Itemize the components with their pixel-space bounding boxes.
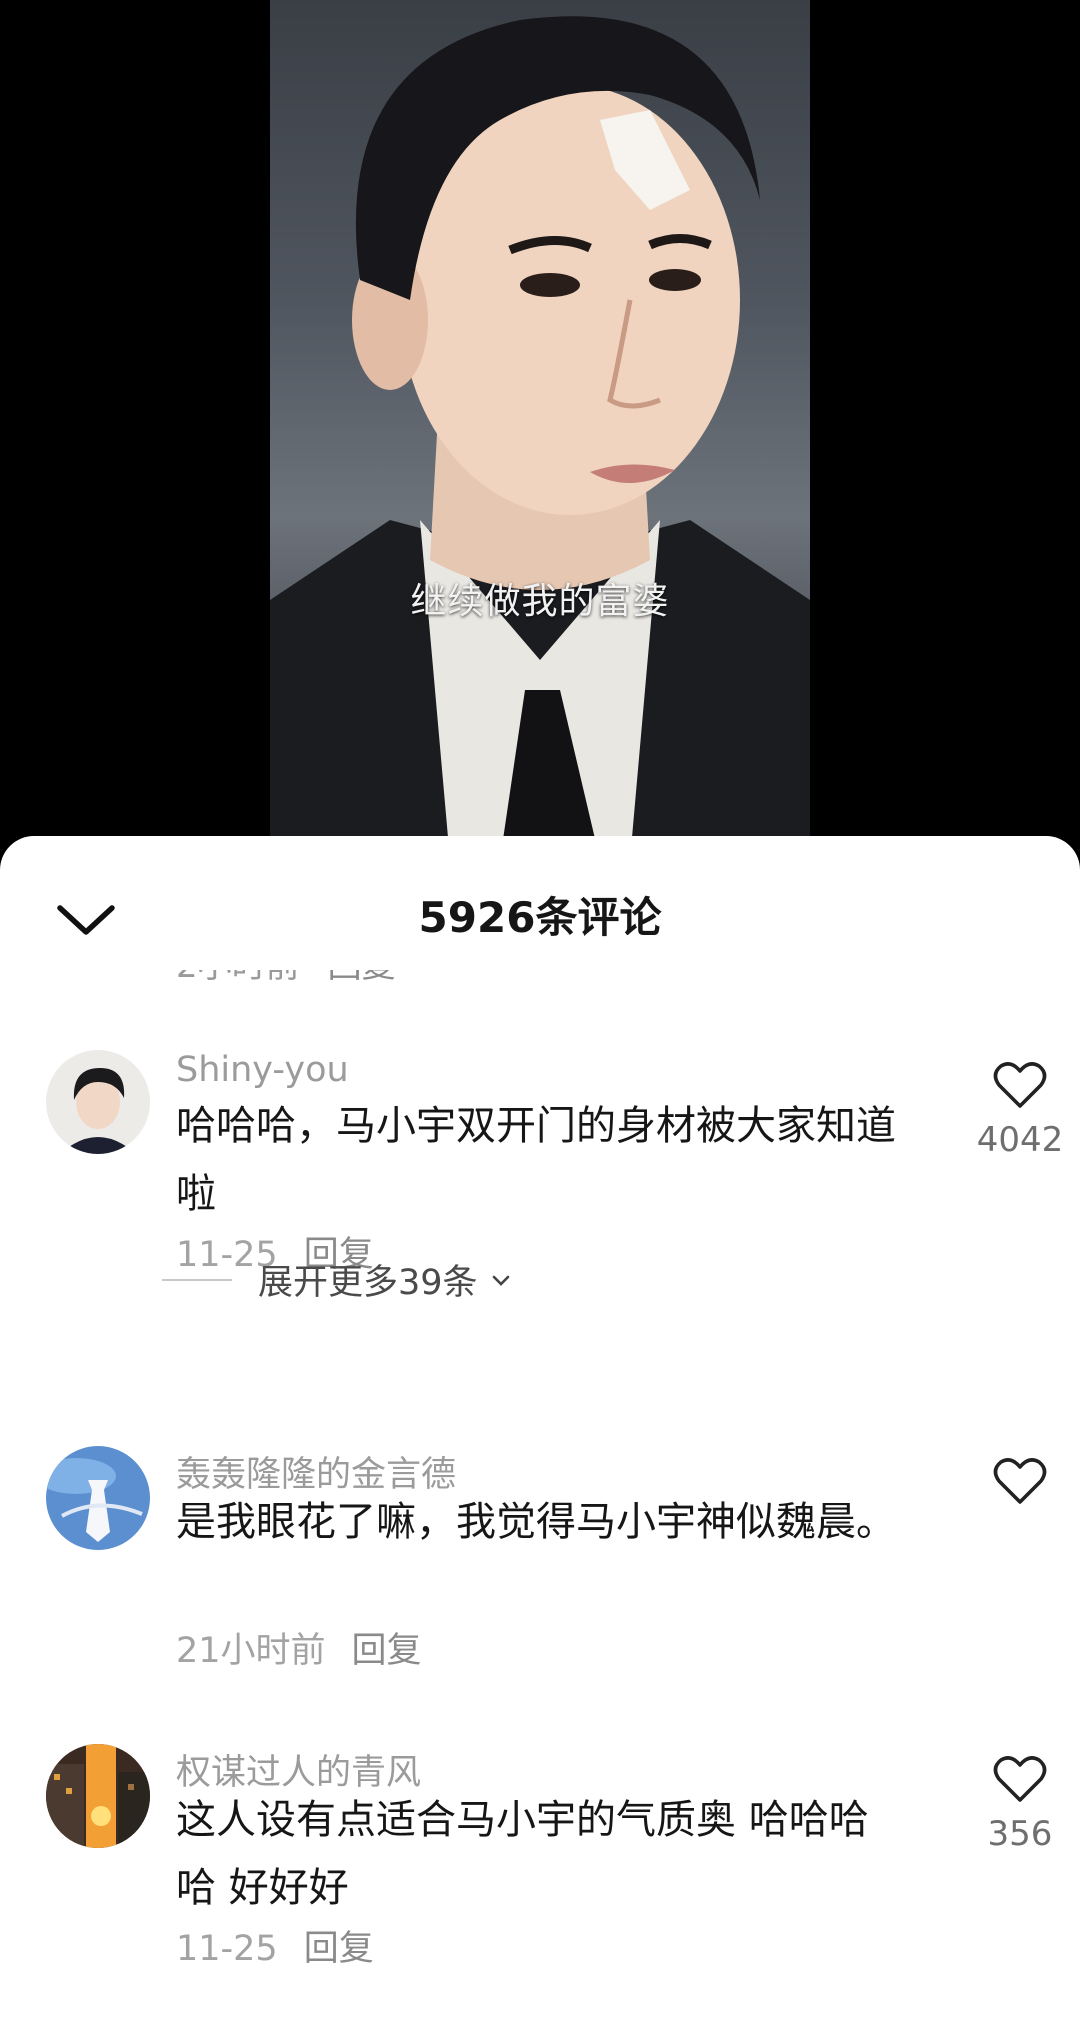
video-subtitle: 继续做我的富婆	[410, 581, 670, 622]
user-avatar[interactable]	[46, 1050, 150, 1154]
comments-sheet: 5926条评论 2小时前回复 Shiny-you 哈哈哈，马小宇双开门的身材被大…	[0, 836, 1080, 2030]
comment-meta: 21小时前 回复	[176, 1622, 422, 1673]
sunset-city-avatar-icon	[46, 1744, 150, 1848]
expand-replies-label: 展开更多39条	[258, 1263, 478, 1303]
comment-text: 这人设有点适合马小宇的气质奥 哈哈哈哈 好好好	[176, 1797, 869, 1911]
like-count: 4042	[976, 1120, 1064, 1160]
comment-meta: 11-25 回复	[176, 1920, 374, 1971]
comment-text: 哈哈哈，马小宇双开门的身材被大家知道啦	[176, 1103, 896, 1217]
previous-comment-meta: 2小时前 回复	[176, 970, 396, 994]
video-frame: 继续做我的富婆	[270, 0, 810, 860]
tie-avatar-icon	[46, 1446, 150, 1550]
like-button[interactable]: 356	[960, 1754, 1080, 1854]
heart-icon	[993, 1458, 1047, 1504]
user-avatar[interactable]	[46, 1446, 150, 1550]
comments-header: 5926条评论 2小时前 回复	[0, 836, 1080, 986]
person-avatar-icon	[46, 1050, 150, 1154]
previous-comment-reply-button[interactable]: 回复	[328, 970, 396, 983]
like-button[interactable]	[960, 1456, 1080, 1516]
heart-icon	[993, 1062, 1047, 1108]
comment-username[interactable]: Shiny-you	[176, 1050, 349, 1090]
comment-text: 是我眼花了嘛，我觉得马小宇神似魏晨。	[176, 1499, 896, 1545]
user-avatar[interactable]	[46, 1744, 150, 1848]
expand-replies-button[interactable]: 展开更多39条	[162, 1254, 512, 1305]
divider-line	[162, 1278, 232, 1281]
video-player[interactable]: 继续做我的富婆	[0, 0, 1080, 860]
like-button[interactable]: 4042	[960, 1060, 1080, 1160]
previous-comment-time: 2小时前	[176, 970, 300, 983]
comment-count-title: 5926条评论	[418, 893, 662, 942]
heart-icon	[993, 1756, 1047, 1802]
comment-time: 21小时前	[176, 1631, 326, 1671]
comment-time: 11-25	[176, 1929, 278, 1969]
comment-reply-button[interactable]: 回复	[304, 1929, 374, 1969]
chevron-down-icon	[492, 1275, 509, 1286]
video-still-image	[270, 16, 810, 860]
like-count: 356	[987, 1814, 1053, 1854]
comment-reply-button[interactable]: 回复	[352, 1631, 422, 1671]
